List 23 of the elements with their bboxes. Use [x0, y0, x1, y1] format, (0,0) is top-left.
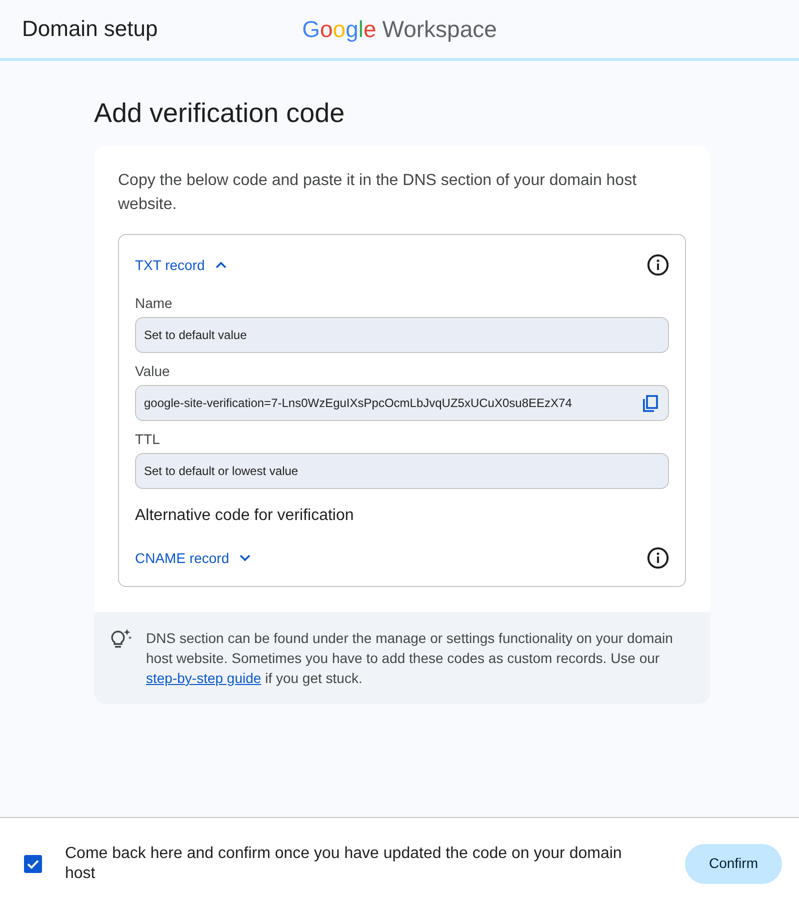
copy-button[interactable]: [642, 394, 658, 412]
read-only-field[interactable]: google-site-verification=7-Lns0WzEguIXsPpcOcmLbJvqUZ5xUCuX0su8EEzX74: [135, 385, 669, 421]
tip-text: DNS section can be found under the manage or settings functionality on your domain host website. Sometimes you have to add these codes as custom records. Use our step-by-step guide if you get stuck.: [146, 629, 674, 688]
page-title: Domain setup: [22, 16, 158, 42]
info-icon[interactable]: [647, 254, 669, 276]
field-label: Value: [135, 362, 171, 381]
record-toggle[interactable]: TXT record: [135, 254, 227, 276]
guide-link[interactable]: step-by-step guide: [146, 670, 262, 686]
record-toggle[interactable]: CNAME record: [135, 548, 252, 568]
checkbox[interactable]: [24, 854, 42, 872]
copy-icon: [642, 394, 658, 412]
confirm-button[interactable]: Confirm: [684, 844, 782, 884]
workspace-logo: Google Workspace: [302, 14, 497, 44]
checkbox-label: Come back here and confirm once you have updated the code on your domain host: [65, 844, 623, 884]
field-label: Name: [135, 294, 174, 313]
subheading: Alternative code for verification: [135, 506, 355, 526]
instruction-text: Copy the below code and paste it in the DNS section of your domain host website.: [118, 171, 638, 215]
info-icon[interactable]: [647, 547, 669, 569]
read-only-field[interactable]: Set to default or lowest value: [135, 453, 669, 489]
field-label: TTL: [135, 430, 161, 449]
lightbulb-icon: [110, 628, 132, 649]
read-only-field[interactable]: Set to default value: [135, 317, 669, 353]
section-heading: Add verification code: [94, 97, 345, 130]
